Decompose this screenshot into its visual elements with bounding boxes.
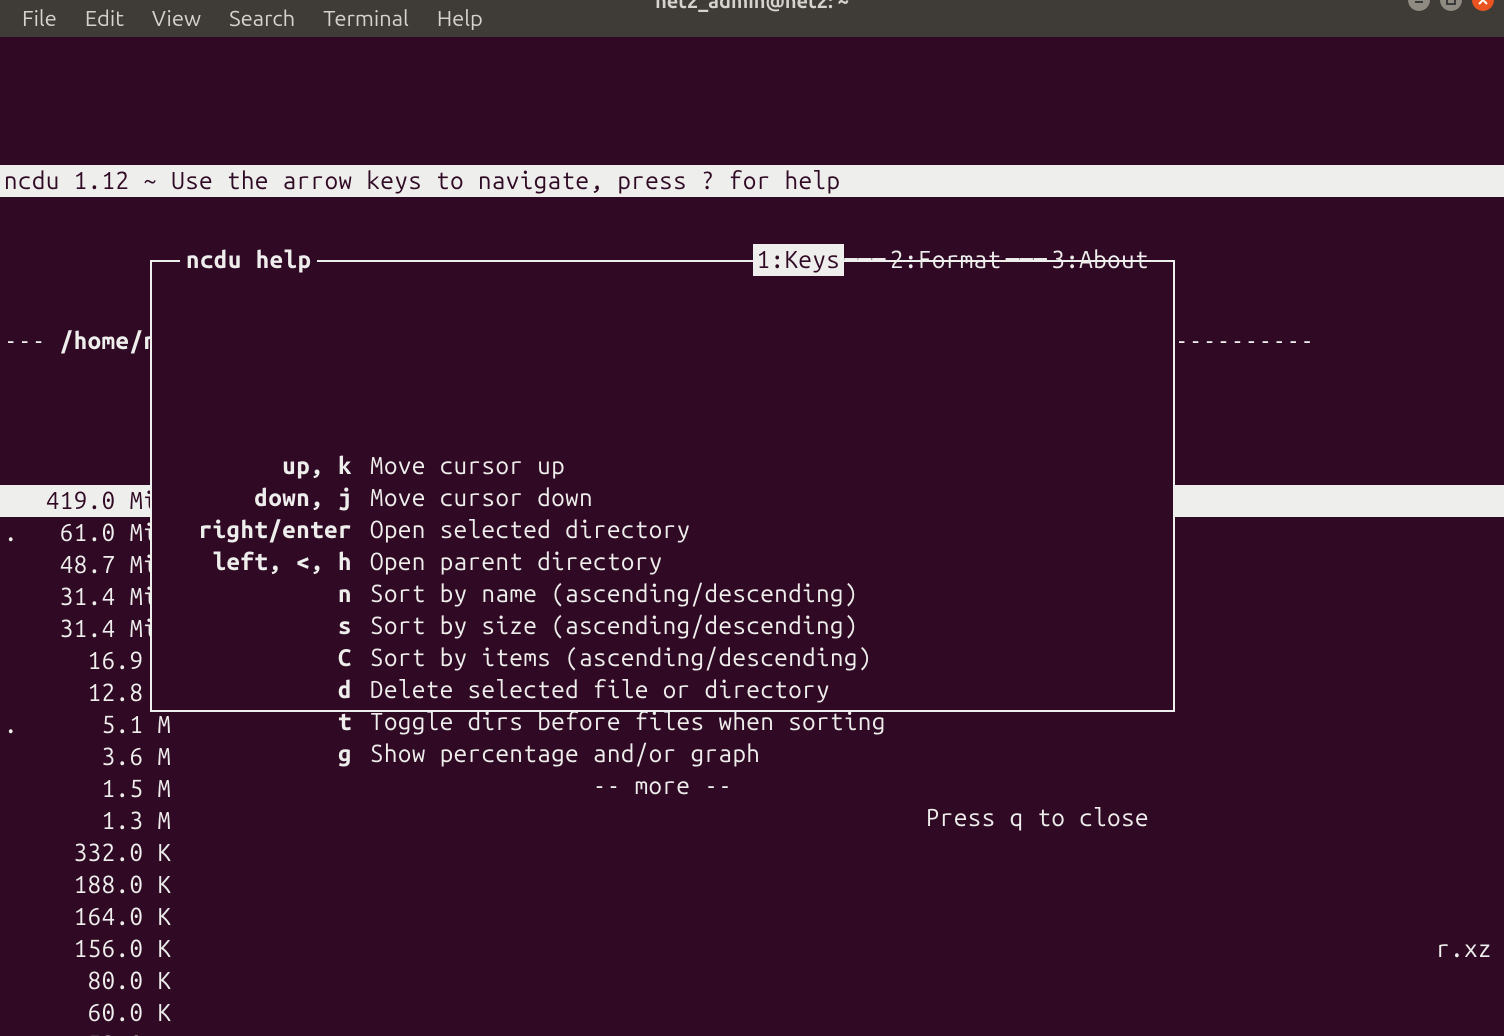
help-key-row: nSort by name (ascending/descending) xyxy=(162,578,1163,610)
help-key: right/enter xyxy=(162,514,370,546)
close-icon xyxy=(1477,0,1489,6)
menu-file[interactable]: File xyxy=(8,0,71,37)
help-more[interactable]: -- more -- xyxy=(162,770,1163,802)
help-desc: Delete selected file or directory xyxy=(370,674,1163,706)
window-controls xyxy=(1408,0,1494,11)
ncdu-entry[interactable]: 80.0 K xyxy=(0,965,1504,997)
menu-view[interactable]: View xyxy=(138,0,215,37)
window-title: net2_admin@net2: ~ xyxy=(655,0,849,12)
minimize-button[interactable] xyxy=(1408,0,1430,11)
ncdu-help-dialog: ncdu help 1:Keys───2:Format───3:About up… xyxy=(150,260,1175,712)
entry-tail: r.xz xyxy=(1436,933,1492,965)
close-button[interactable] xyxy=(1472,0,1494,11)
help-key: left, <, h xyxy=(162,546,370,578)
ncdu-header: ncdu 1.12 ~ Use the arrow keys to naviga… xyxy=(0,165,1504,197)
ncdu-entry[interactable]: 60.0 K xyxy=(0,997,1504,1029)
maximize-icon xyxy=(1445,0,1457,6)
help-key-row: up, kMove cursor up xyxy=(162,450,1163,482)
help-desc: Sort by size (ascending/descending) xyxy=(370,610,1163,642)
help-key: d xyxy=(162,674,370,706)
help-key-row: right/enterOpen selected directory xyxy=(162,514,1163,546)
help-tab-separator: ─── xyxy=(1006,244,1048,276)
help-key-row: tToggle dirs before files when sorting xyxy=(162,706,1163,738)
help-tab[interactable]: 2:Format xyxy=(886,244,1006,276)
help-title: ncdu help xyxy=(180,244,317,276)
help-desc: Open selected directory xyxy=(370,514,1163,546)
help-desc: Move cursor up xyxy=(370,450,1163,482)
menu-search[interactable]: Search xyxy=(215,0,309,37)
help-key-row: down, jMove cursor down xyxy=(162,482,1163,514)
menu-help[interactable]: Help xyxy=(423,0,497,37)
maximize-button[interactable] xyxy=(1440,0,1462,11)
help-desc: Show percentage and/or graph xyxy=(370,738,1163,770)
help-tab[interactable]: 3:About xyxy=(1047,244,1153,276)
entry-text: 156.0 K xyxy=(4,933,199,965)
menu-edit[interactable]: Edit xyxy=(71,0,138,37)
help-desc: Open parent directory xyxy=(370,546,1163,578)
help-tab[interactable]: 1:Keys xyxy=(753,244,845,276)
help-key: s xyxy=(162,610,370,642)
minimize-icon xyxy=(1413,0,1425,6)
help-key: C xyxy=(162,642,370,674)
help-desc: Sort by name (ascending/descending) xyxy=(370,578,1163,610)
terminal-window: net2_admin@net2: ~ File Edit View Search… xyxy=(0,0,1504,1036)
ncdu-entry[interactable]: 156.0 K r.xz xyxy=(0,933,1504,965)
help-key: g xyxy=(162,738,370,770)
ncdu-entry[interactable]: 52.0 K xyxy=(0,1029,1504,1036)
help-key-row: left, <, hOpen parent directory xyxy=(162,546,1163,578)
help-key-row: dDelete selected file or directory xyxy=(162,674,1163,706)
help-tabs: 1:Keys───2:Format───3:About xyxy=(753,244,1153,276)
entry-text: 52.0 K xyxy=(4,1029,199,1036)
help-close-hint: Press q to close xyxy=(162,802,1163,834)
help-key: up, k xyxy=(162,450,370,482)
menu-terminal[interactable]: Terminal xyxy=(309,0,423,37)
help-spacer xyxy=(162,418,1163,450)
entry-text: 60.0 K xyxy=(4,997,199,1029)
help-key: t xyxy=(162,706,370,738)
help-key: down, j xyxy=(162,482,370,514)
help-key-row: CSort by items (ascending/descending) xyxy=(162,642,1163,674)
terminal-area[interactable]: ncdu 1.12 ~ Use the arrow keys to naviga… xyxy=(0,37,1504,1036)
help-key-row: gShow percentage and/or graph xyxy=(162,738,1163,770)
entry-text: 80.0 K xyxy=(4,965,199,997)
help-desc: Move cursor down xyxy=(370,482,1163,514)
help-key: n xyxy=(162,578,370,610)
help-body: up, kMove cursor updown, jMove cursor do… xyxy=(152,390,1173,842)
help-desc: Toggle dirs before files when sorting xyxy=(370,706,1163,738)
help-desc: Sort by items (ascending/descending) xyxy=(370,642,1163,674)
path-prefix: --- xyxy=(4,325,60,357)
help-key-row: sSort by size (ascending/descending) xyxy=(162,610,1163,642)
help-tab-separator: ─── xyxy=(844,244,886,276)
